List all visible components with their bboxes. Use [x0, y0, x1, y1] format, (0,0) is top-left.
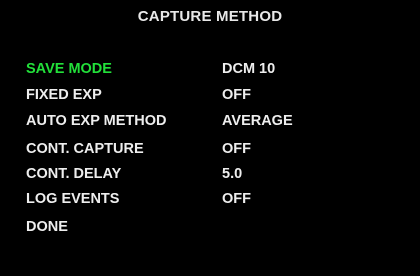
menu-item-auto-exp-method[interactable]: AUTO EXP METHOD AVERAGE — [0, 113, 420, 133]
menu-item-label: CONT. DELAY — [26, 166, 122, 182]
menu-item-label: SAVE MODE — [26, 61, 112, 77]
menu-item-cont-capture[interactable]: CONT. CAPTURE OFF — [0, 141, 420, 161]
menu-item-value: OFF — [222, 87, 251, 103]
menu-item-label: FIXED EXP — [26, 87, 102, 103]
menu-item-value: 5.0 — [222, 166, 243, 182]
menu-item-label: DONE — [26, 219, 68, 235]
menu-item-value: OFF — [222, 191, 251, 207]
settings-menu: SAVE MODE DCM 10 FIXED EXP OFF AUTO EXP … — [0, 0, 420, 276]
menu-item-value: AVERAGE — [222, 113, 293, 129]
menu-item-save-mode[interactable]: SAVE MODE DCM 10 — [0, 61, 420, 81]
menu-item-label: LOG EVENTS — [26, 191, 120, 207]
menu-item-label: CONT. CAPTURE — [26, 141, 144, 157]
menu-item-value: OFF — [222, 141, 251, 157]
menu-item-label: AUTO EXP METHOD — [26, 113, 167, 129]
menu-item-done[interactable]: DONE — [0, 219, 420, 239]
capture-method-screen: CAPTURE METHOD SAVE MODE DCM 10 FIXED EX… — [0, 0, 420, 276]
menu-item-value: DCM 10 — [222, 61, 276, 77]
menu-item-fixed-exp[interactable]: FIXED EXP OFF — [0, 87, 420, 107]
menu-item-log-events[interactable]: LOG EVENTS OFF — [0, 191, 420, 211]
menu-item-cont-delay[interactable]: CONT. DELAY 5.0 — [0, 166, 420, 186]
